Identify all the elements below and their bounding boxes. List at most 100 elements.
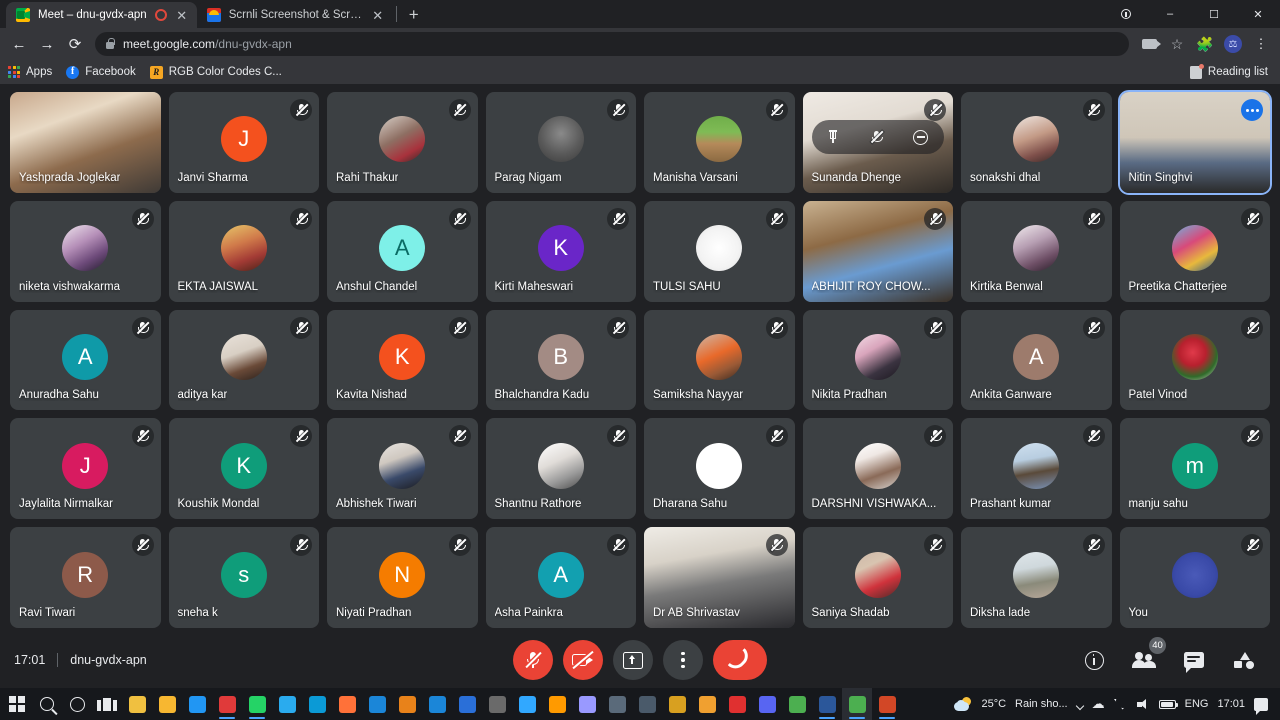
remove-participant-icon[interactable]	[913, 129, 929, 145]
microphone-off-button[interactable]	[513, 640, 553, 680]
participant-tile[interactable]: Nikita Pradhan	[802, 309, 953, 411]
participant-tile[interactable]: Prashant kumar	[961, 418, 1112, 520]
chrome-menu-icon[interactable]: ⋮	[1248, 31, 1274, 57]
participant-tile[interactable]: R Ravi Tiwari	[10, 527, 161, 628]
participant-tile[interactable]: A Asha Painkra	[485, 527, 636, 628]
taskbar-app-discord[interactable]	[752, 688, 782, 720]
taskbar-app-explorer[interactable]	[152, 688, 182, 720]
reading-list-button[interactable]: Reading list	[1189, 63, 1272, 79]
participant-tile[interactable]: Saniya Shadab	[802, 527, 953, 628]
taskbar-app-powerpoint[interactable]	[872, 688, 902, 720]
participant-tile[interactable]: aditya kar	[168, 309, 319, 411]
participant-tile[interactable]: K Koushik Mondal	[168, 418, 319, 520]
more-options-button[interactable]	[663, 640, 703, 680]
notification-icon[interactable]	[1254, 697, 1268, 715]
volume-icon[interactable]	[1136, 698, 1150, 710]
reload-button[interactable]: ⟳	[62, 31, 88, 57]
participant-tile[interactable]: J Janvi Sharma	[168, 92, 319, 193]
participant-tile[interactable]: K Kirti Maheswari	[485, 200, 636, 302]
mute-participant-icon[interactable]	[870, 130, 883, 144]
participant-tile[interactable]: EKTA JAISWAL	[168, 200, 319, 302]
participant-tile[interactable]: m manju sahu	[1119, 418, 1270, 520]
show-everyone-button[interactable]: 40	[1128, 637, 1166, 676]
taskbar-app-zoom[interactable]	[212, 688, 242, 720]
minimize-button[interactable]: –	[1148, 0, 1192, 28]
forward-button[interactable]: →	[34, 31, 60, 57]
task-view-button[interactable]	[92, 688, 122, 720]
wifi-icon[interactable]	[1114, 699, 1128, 710]
taskbar-app-recorder[interactable]	[722, 688, 752, 720]
close-tab-icon[interactable]: ✕	[371, 9, 385, 22]
battery-icon[interactable]	[1158, 699, 1179, 709]
browser-tab-meet[interactable]: Meet – dnu-gvdx-apn ✕	[6, 2, 197, 28]
taskbar-app-whatsapp[interactable]	[242, 688, 272, 720]
update-status-icon[interactable]	[1104, 0, 1148, 28]
taskbar-app-photoshop[interactable]	[512, 688, 542, 720]
bookmark-star-icon[interactable]: ☆	[1164, 31, 1190, 57]
close-window-button[interactable]: ✕	[1236, 0, 1280, 28]
start-button[interactable]	[2, 688, 32, 720]
taskbar-app-store[interactable]	[122, 688, 152, 720]
taskbar-app-pen[interactable]	[662, 688, 692, 720]
weather-desc[interactable]: Rain sho...	[1015, 698, 1068, 710]
participant-tile[interactable]: Rahi Thakur	[327, 92, 478, 193]
participant-tile[interactable]: Shantnu Rathore	[485, 418, 636, 520]
camera-off-button[interactable]	[563, 640, 603, 680]
participant-tile[interactable]: A Ankita Ganware	[961, 309, 1112, 411]
recording-indicator-icon[interactable]	[154, 9, 167, 21]
search-button[interactable]	[32, 688, 62, 720]
extensions-puzzle-icon[interactable]: 🧩	[1192, 31, 1218, 57]
activities-button[interactable]	[1228, 644, 1260, 676]
participant-tile[interactable]: niketa vishwakarma	[10, 200, 161, 302]
weather-temp[interactable]: 25°C	[981, 698, 1006, 710]
taskbar-app-firefox[interactable]	[332, 688, 362, 720]
participant-tile[interactable]: Dharana Sahu	[644, 418, 795, 520]
participant-tile[interactable]: s sneha k	[168, 527, 319, 628]
participant-tile[interactable]: Kirtika Benwal	[961, 200, 1112, 302]
bookmark-rgb-color-codes[interactable]: R RGB Color Codes C...	[149, 65, 282, 79]
participant-tile[interactable]: Abhishek Tiwari	[327, 418, 478, 520]
taskbar-app-mail[interactable]	[182, 688, 212, 720]
onedrive-icon[interactable]: ☁	[1092, 696, 1105, 712]
taskbar-app-opera[interactable]	[362, 688, 392, 720]
browser-tab-scrnli[interactable]: Scrnli Screenshot & Screen Video ✕	[196, 2, 393, 28]
bookmark-facebook[interactable]: f Facebook	[66, 65, 136, 79]
maximize-button[interactable]: ☐	[1192, 0, 1236, 28]
participant-tile[interactable]: Sunanda Dhenge	[802, 92, 953, 193]
participant-tile[interactable]: A Anuradha Sahu	[10, 309, 161, 411]
participant-tile[interactable]: B Bhalchandra Kadu	[485, 309, 636, 411]
taskbar-app-edge[interactable]	[302, 688, 332, 720]
back-button[interactable]: ←	[6, 31, 32, 57]
participant-tile[interactable]: A Anshul Chandel	[327, 200, 478, 302]
participant-tile[interactable]: Yashprada Joglekar	[10, 92, 161, 193]
chat-button[interactable]	[1178, 644, 1210, 676]
taskbar-app-telegram[interactable]	[272, 688, 302, 720]
participant-tile[interactable]: TULSI SAHU	[644, 200, 795, 302]
present-now-button[interactable]	[613, 640, 653, 680]
participant-tile[interactable]: Dr AB Shrivastav	[644, 527, 795, 628]
cortana-button[interactable]	[62, 688, 92, 720]
taskbar-app-aftereffects[interactable]	[572, 688, 602, 720]
participant-tile[interactable]: K Kavita Nishad	[327, 309, 478, 411]
taskbar-clock[interactable]: 17:01	[1217, 698, 1245, 710]
participant-tile[interactable]: J Jaylalita Nirmalkar	[10, 418, 161, 520]
profile-avatar[interactable]: ⚖	[1220, 31, 1246, 57]
participant-tile[interactable]: DARSHNI VISHWAKA...	[802, 418, 953, 520]
taskbar-app-premiere[interactable]	[452, 688, 482, 720]
weather-icon[interactable]	[954, 696, 972, 712]
participant-tile[interactable]: Preetika Chatterjee	[1119, 200, 1270, 302]
participant-tile[interactable]: Diksha lade	[961, 527, 1112, 628]
pin-icon[interactable]	[827, 130, 839, 144]
address-bar[interactable]: meet.google.com/dnu-gvdx-apn	[95, 32, 1129, 56]
taskbar-app-audacity[interactable]	[692, 688, 722, 720]
taskbar-app-chrome-active[interactable]	[842, 688, 872, 720]
close-tab-icon[interactable]: ✕	[175, 9, 189, 22]
participant-tile[interactable]: Parag Nigam	[485, 92, 636, 193]
taskbar-app-obs[interactable]	[482, 688, 512, 720]
participant-tile[interactable]: Manisha Varsani	[644, 92, 795, 193]
taskbar-app-chrome[interactable]	[782, 688, 812, 720]
participant-tile[interactable]: ABHIJIT ROY CHOW...	[802, 200, 953, 302]
taskbar-app-filmora[interactable]	[422, 688, 452, 720]
participant-tile[interactable]: N Niyati Pradhan	[327, 527, 478, 628]
participant-tile[interactable]: Patel Vinod	[1119, 309, 1270, 411]
